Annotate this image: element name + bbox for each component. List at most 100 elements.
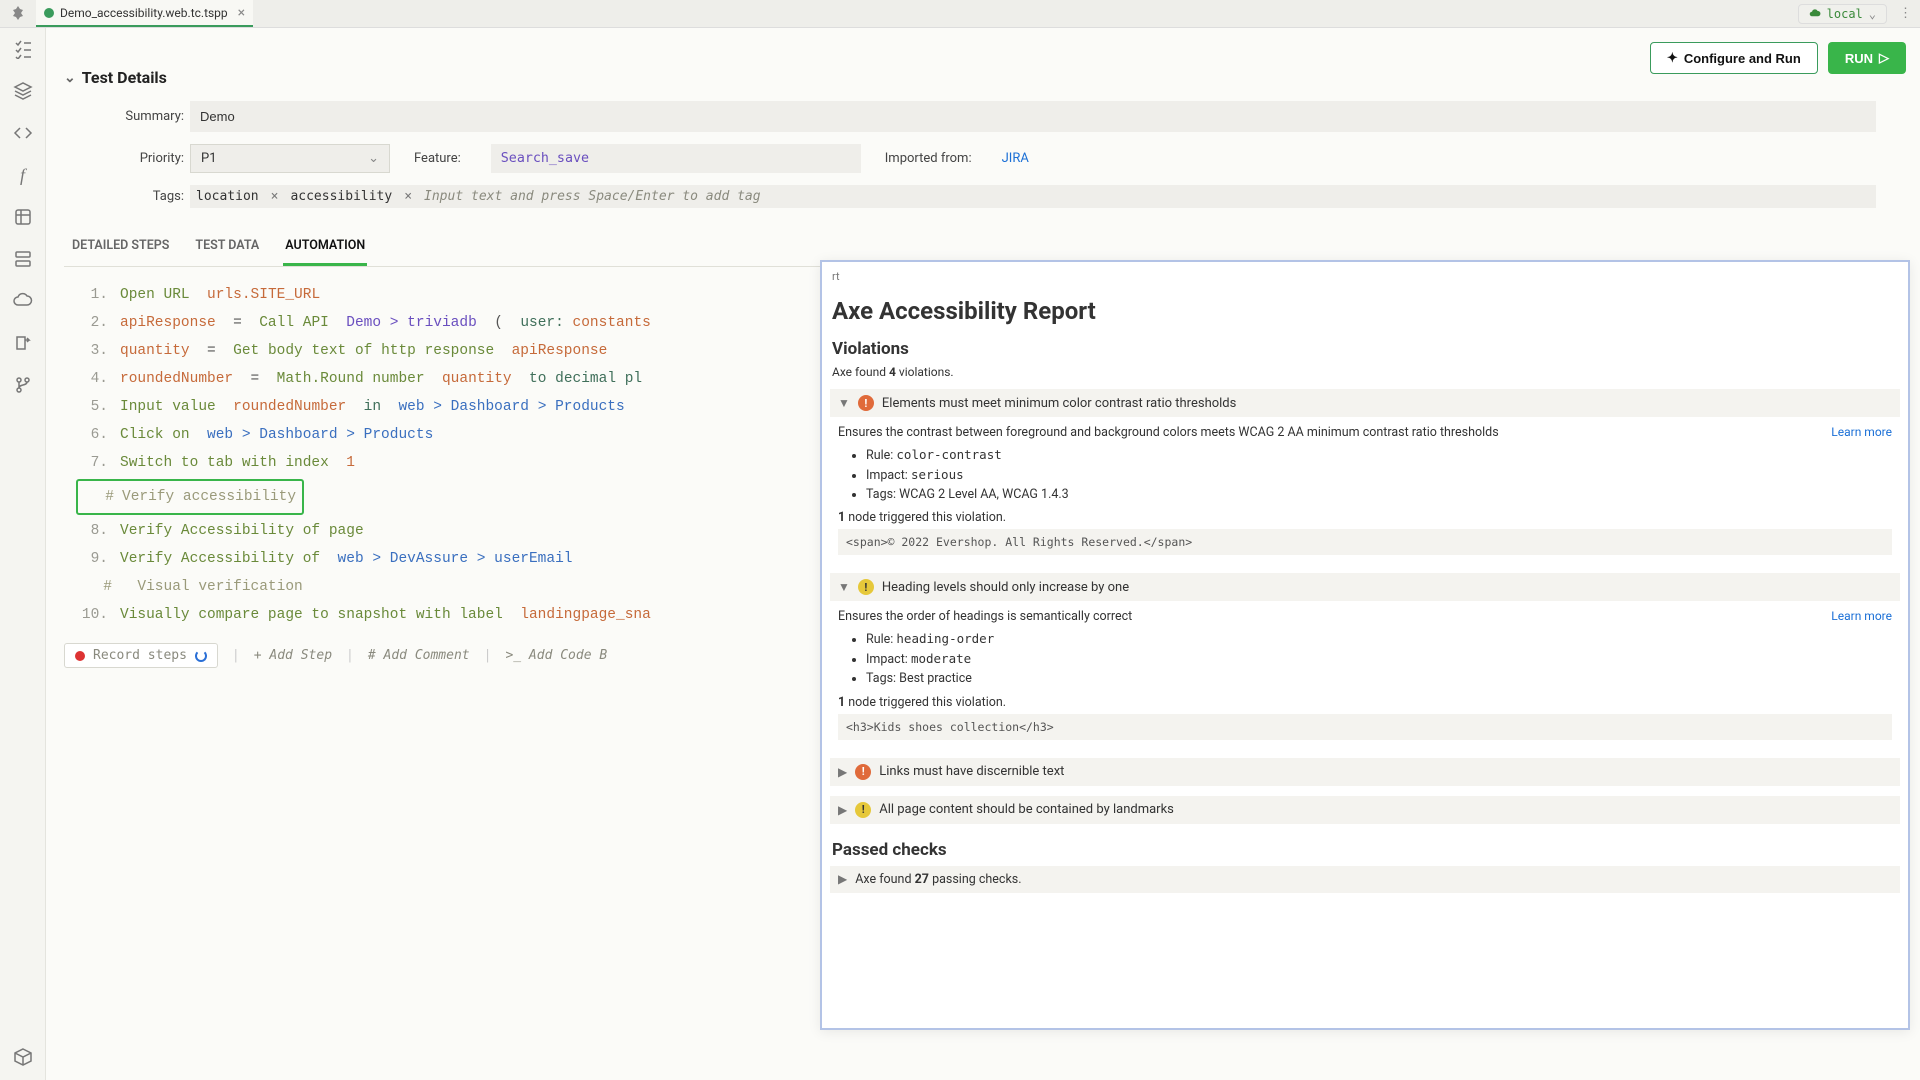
configure-run-label: Configure and Run <box>1684 51 1801 66</box>
violation-title: Links must have discernible text <box>879 764 1064 779</box>
disclosure-icon: ▼ <box>838 580 850 594</box>
export-icon[interactable] <box>12 332 34 354</box>
more-menu-icon[interactable]: ⋮ <box>1899 6 1912 21</box>
violation-header[interactable]: ▶!All page content should be contained b… <box>830 796 1900 824</box>
cloud-icon <box>1809 8 1821 20</box>
severity-icon: ! <box>855 764 871 780</box>
step-comment-highlighted[interactable]: # Verify accessibility <box>76 479 304 515</box>
chevron-right-icon: ▶ <box>838 872 847 886</box>
code-icon[interactable] <box>12 122 34 144</box>
separator: | <box>232 648 240 663</box>
package-icon[interactable] <box>12 1046 34 1068</box>
activity-bar: f <box>0 28 46 1080</box>
violation-node-note: 1 node triggered this violation. <box>838 510 1892 525</box>
separator: | <box>346 648 354 663</box>
branch-icon[interactable] <box>12 374 34 396</box>
tasks-icon[interactable] <box>12 38 34 60</box>
violation-node-note: 1 node triggered this violation. <box>838 695 1892 710</box>
imported-from-link[interactable]: JIRA <box>1002 151 1029 166</box>
environment-selector[interactable]: local ⌄ <box>1798 4 1887 24</box>
play-icon: ▷ <box>1879 50 1889 66</box>
violation-tags: Tags: Best practice <box>866 670 1892 689</box>
editor-tab[interactable]: Demo_accessibility.web.tc.tspp × <box>36 0 253 27</box>
server-icon[interactable] <box>12 248 34 270</box>
tag-text: accessibility <box>290 189 392 204</box>
app-logo-icon <box>0 6 36 22</box>
summary-input[interactable] <box>190 101 1876 132</box>
violation-tags: Tags: WCAG 2 Level AA, WCAG 1.4.3 <box>866 486 1892 505</box>
chevron-down-icon: ⌄ <box>368 151 379 166</box>
report-title: Axe Accessibility Report <box>832 297 1898 325</box>
axe-report-panel: rt Axe Accessibility Report Violations A… <box>820 260 1910 1030</box>
chevron-down-icon: ⌄ <box>64 70 76 86</box>
violation-title: All page content should be contained by … <box>879 802 1174 817</box>
layers-icon[interactable] <box>12 80 34 102</box>
severity-icon: ! <box>858 579 874 595</box>
add-comment-button[interactable]: # Add Comment <box>368 648 470 663</box>
violation-title: Elements must meet minimum color contras… <box>882 396 1236 411</box>
tag-chip: accessibility × <box>290 189 416 204</box>
tags-label: Tags: <box>90 189 190 204</box>
test-details-header[interactable]: ⌄ Test Details <box>64 68 1902 87</box>
severity-icon: ! <box>855 802 871 818</box>
tab-detailed-steps[interactable]: DETAILED STEPS <box>70 228 171 266</box>
record-icon <box>75 651 85 661</box>
violation-impact: Impact: serious <box>866 466 1892 486</box>
passed-checks-row[interactable]: ▶ Axe found 27 passing checks. <box>830 866 1900 893</box>
chevron-down-icon: ⌄ <box>1869 7 1876 21</box>
violation-item: ▼! Elements must meet minimum color contr… <box>830 389 1900 563</box>
violation-rule: Rule: heading-order <box>866 630 1892 650</box>
feature-input[interactable] <box>491 144 861 173</box>
feature-label: Feature: <box>414 151 467 166</box>
imported-from-label: Imported from: <box>885 151 978 166</box>
violation-impact: Impact: moderate <box>866 650 1892 670</box>
summary-label: Summary: <box>90 109 190 124</box>
section-title: Test Details <box>82 68 167 87</box>
environment-label: local <box>1827 7 1863 21</box>
violation-header[interactable]: ▼! Heading levels should only increase by… <box>830 573 1900 601</box>
data-icon[interactable] <box>12 206 34 228</box>
record-steps-button[interactable]: Record steps <box>64 643 218 668</box>
record-label: Record steps <box>93 648 187 663</box>
violations-summary: Axe found 4 violations. <box>832 365 1898 379</box>
tag-text: location <box>196 189 259 204</box>
violation-header[interactable]: ▼! Elements must meet minimum color contr… <box>830 389 1900 417</box>
tab-automation[interactable]: AUTOMATION <box>283 228 367 266</box>
configure-run-button[interactable]: ✦ Configure and Run <box>1650 42 1818 74</box>
cloud-icon[interactable] <box>12 290 34 312</box>
function-icon[interactable]: f <box>12 164 34 186</box>
severity-icon: ! <box>858 395 874 411</box>
tags-placeholder: Input text and press Space/Enter to add … <box>424 189 761 204</box>
disclosure-icon: ▶ <box>838 765 847 779</box>
add-code-button[interactable]: >_ Add Code B <box>505 648 607 663</box>
add-step-button[interactable]: + Add Step <box>254 648 332 663</box>
report-breadcrumb: rt <box>832 270 1900 283</box>
tab-test-data[interactable]: TEST DATA <box>193 228 261 266</box>
tab-dirty-indicator-icon <box>44 8 54 18</box>
close-icon[interactable]: × <box>238 5 245 21</box>
priority-value: P1 <box>201 151 217 166</box>
violation-item: ▶! Links must have discernible text <box>830 758 1900 786</box>
learn-more-link[interactable]: Learn more <box>1831 425 1892 440</box>
priority-select[interactable]: P1 ⌄ <box>190 144 390 173</box>
wand-icon: ✦ <box>1667 50 1678 66</box>
tag-chip: location × <box>196 189 282 204</box>
violation-rule: Rule: color-contrast <box>866 446 1892 466</box>
tag-remove-icon[interactable]: × <box>267 189 283 204</box>
run-button[interactable]: RUN ▷ <box>1828 42 1906 74</box>
run-label: RUN <box>1845 51 1873 66</box>
violation-title: Heading levels should only increase by o… <box>882 580 1129 595</box>
priority-label: Priority: <box>90 151 190 166</box>
violation-item: ▼! Heading levels should only increase by… <box>830 573 1900 747</box>
learn-more-link[interactable]: Learn more <box>1831 609 1892 624</box>
tags-input[interactable]: location × accessibility × Input text an… <box>190 185 1876 208</box>
violation-header[interactable]: ▶! Links must have discernible text <box>830 758 1900 786</box>
tag-remove-icon[interactable]: × <box>400 189 416 204</box>
violation-description: Ensures the order of headings is semanti… <box>838 609 1132 624</box>
violation-snippet: <span>© 2022 Evershop. All Rights Reserv… <box>838 529 1892 555</box>
progress-icon <box>195 650 207 662</box>
tab-filename: Demo_accessibility.web.tc.tspp <box>60 6 228 20</box>
disclosure-icon: ▼ <box>838 396 850 410</box>
passed-checks-heading: Passed checks <box>832 840 1898 860</box>
violation-description: Ensures the contrast between foreground … <box>838 425 1499 440</box>
